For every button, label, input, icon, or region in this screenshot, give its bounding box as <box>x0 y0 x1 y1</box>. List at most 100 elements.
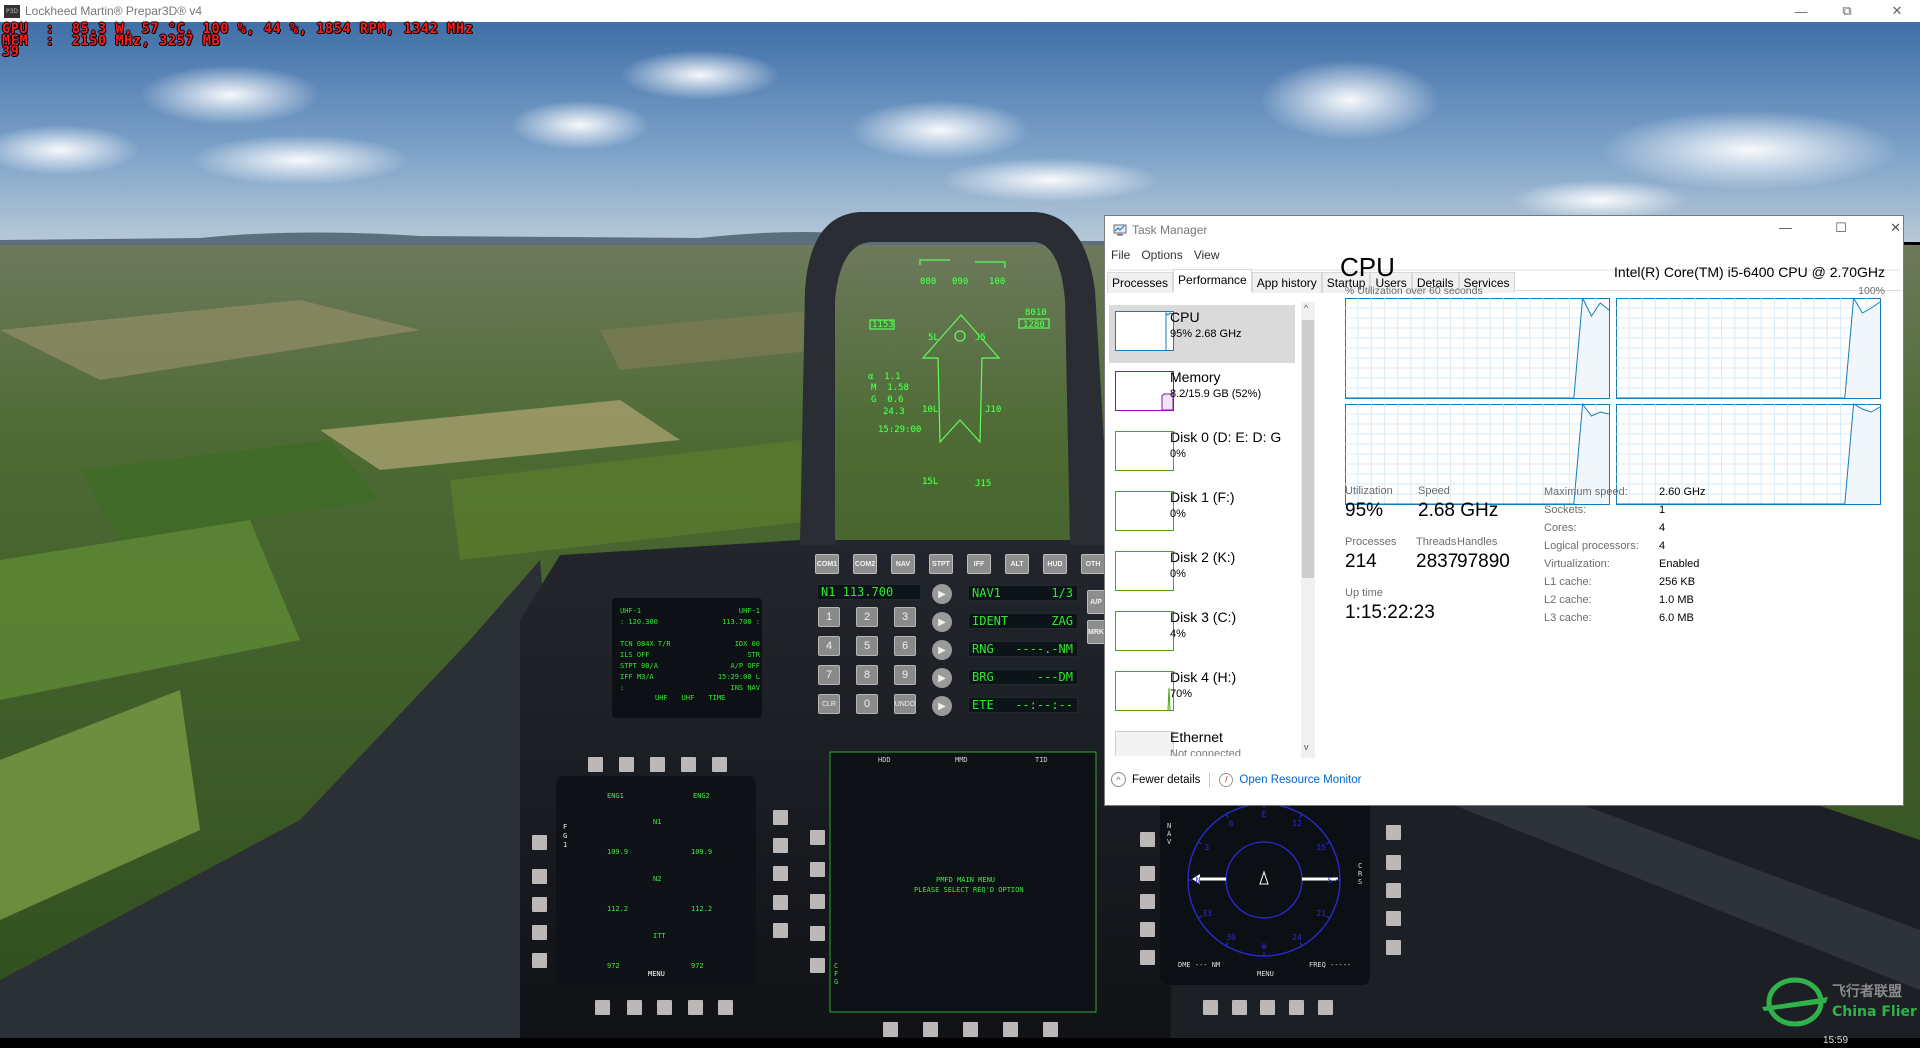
scrollbar-thumb[interactable] <box>1302 320 1314 578</box>
mfd-option-button[interactable] <box>810 926 825 941</box>
ufc-select-button[interactable]: ▶ <box>932 640 952 660</box>
resource-item-disk-3[interactable]: Disk 3 (C:) 4% <box>1109 605 1295 663</box>
ufc-key-2[interactable]: 2 <box>856 607 878 627</box>
mfd-option-button[interactable] <box>1386 855 1401 870</box>
ufc-select-button[interactable]: ▶ <box>932 668 952 688</box>
mfd-option-button[interactable] <box>1140 922 1155 937</box>
ufc-select-button[interactable]: ▶ <box>932 612 952 632</box>
mfd-option-button[interactable] <box>588 757 603 772</box>
mfd-option-button[interactable] <box>532 897 547 912</box>
mfd-option-button[interactable] <box>773 866 788 881</box>
fewer-details-button[interactable]: Fewer details <box>1132 774 1200 786</box>
tm-close-button[interactable]: ✕ <box>1890 220 1901 236</box>
mfd-option-button[interactable] <box>595 1000 610 1015</box>
ufc-button-oth[interactable]: OTH <box>1081 554 1105 574</box>
ufc-key-8[interactable]: 8 <box>856 665 878 685</box>
mfd-option-button[interactable] <box>773 923 788 938</box>
ufc-key-5[interactable]: 5 <box>856 636 878 656</box>
mfd-option-button[interactable] <box>1140 894 1155 909</box>
mfd-option-button[interactable] <box>773 810 788 825</box>
ufc-button-iff[interactable]: IFF <box>967 554 991 574</box>
ufc-key-4[interactable]: 4 <box>818 636 840 656</box>
mfd-option-button[interactable] <box>712 757 727 772</box>
main-mfd-top-mmd[interactable]: MMD <box>955 756 968 764</box>
tab-app-history[interactable]: App history <box>1251 272 1322 293</box>
ufc-key-7[interactable]: 7 <box>818 665 840 685</box>
mfd-option-button[interactable] <box>883 1022 898 1037</box>
mfd-option-button[interactable] <box>1386 883 1401 898</box>
mfd-option-button[interactable] <box>627 1000 642 1015</box>
chevron-up-icon[interactable]: ^ <box>1111 772 1126 787</box>
open-resource-monitor-link[interactable]: Open Resource Monitor <box>1239 774 1361 786</box>
ufc-button-hud[interactable]: HUD <box>1043 554 1067 574</box>
close-button[interactable]: ✕ <box>1874 0 1920 22</box>
resource-item-ethernet[interactable]: Ethernet Not connected <box>1109 725 1295 756</box>
ufc-key-clr[interactable]: CLR <box>818 694 840 714</box>
ufc-key-1[interactable]: 1 <box>818 607 840 627</box>
resource-item-disk-2[interactable]: Disk 2 (K:) 0% <box>1109 545 1295 603</box>
mfd-option-button[interactable] <box>718 1000 733 1015</box>
tab-performance[interactable]: Performance <box>1173 269 1252 292</box>
resource-item-disk-4[interactable]: Disk 4 (H:) 70% <box>1109 665 1295 723</box>
ded-softkey-time[interactable]: TIME <box>708 694 725 702</box>
mfd-option-button[interactable] <box>1232 1000 1247 1015</box>
engine-mfd-menu[interactable]: MENU <box>648 970 665 978</box>
minimize-button[interactable]: — <box>1778 0 1824 22</box>
mfd-option-button[interactable] <box>619 757 634 772</box>
mrk-button[interactable]: MRK <box>1087 620 1105 644</box>
mfd-option-button[interactable] <box>532 925 547 940</box>
menu-view[interactable]: View <box>1194 248 1220 262</box>
mfd-option-button[interactable] <box>657 1000 672 1015</box>
mfd-option-button[interactable] <box>532 953 547 968</box>
scroll-up-icon[interactable]: ^ <box>1304 303 1308 313</box>
mfd-option-button[interactable] <box>773 838 788 853</box>
ap-button[interactable]: A/P <box>1087 590 1105 614</box>
resource-item-disk-0[interactable]: Disk 0 (D: E: D: G 0% <box>1109 425 1295 483</box>
ufc-button-stpt[interactable]: STPT <box>929 554 953 574</box>
ufc-button-nav[interactable]: NAV <box>891 554 915 574</box>
mfd-option-button[interactable] <box>810 830 825 845</box>
resource-item-disk-1[interactable]: Disk 1 (F:) 0% <box>1109 485 1295 543</box>
ufc-select-button[interactable]: ▶ <box>932 696 952 716</box>
mfd-option-button[interactable] <box>688 1000 703 1015</box>
mfd-option-button[interactable] <box>1289 1000 1304 1015</box>
ufc-key-0[interactable]: 0 <box>856 694 878 714</box>
mfd-option-button[interactable] <box>1003 1022 1018 1037</box>
main-mfd-top-tid[interactable]: TID <box>1035 756 1048 764</box>
ded-softkey-uhf1[interactable]: UHF <box>655 694 668 702</box>
mfd-option-button[interactable] <box>650 757 665 772</box>
taskbar-clock[interactable]: 15:59 <box>1823 1035 1848 1046</box>
hsi-menu[interactable]: MENU <box>1257 970 1274 978</box>
ufc-select-button[interactable]: ▶ <box>932 584 952 604</box>
mfd-option-button[interactable] <box>810 894 825 909</box>
mfd-option-button[interactable] <box>1140 866 1155 881</box>
resource-item-cpu[interactable]: CPU 95% 2.68 GHz <box>1109 305 1295 363</box>
scroll-down-icon[interactable]: v <box>1304 742 1309 752</box>
tab-processes[interactable]: Processes <box>1107 272 1174 293</box>
ufc-key-undo[interactable]: UNDO <box>894 694 916 714</box>
ufc-button-com1[interactable]: COM1 <box>815 554 839 574</box>
mfd-option-button[interactable] <box>1203 1000 1218 1015</box>
mfd-option-button[interactable] <box>1318 1000 1333 1015</box>
ufc-button-com2[interactable]: COM2 <box>853 554 877 574</box>
ufc-key-3[interactable]: 3 <box>894 607 916 627</box>
mfd-option-button[interactable] <box>810 862 825 877</box>
mfd-option-button[interactable] <box>773 895 788 910</box>
mfd-option-button[interactable] <box>923 1022 938 1037</box>
ufc-button-alt[interactable]: ALT <box>1005 554 1029 574</box>
resource-item-memory[interactable]: Memory 8.2/15.9 GB (52%) <box>1109 365 1295 423</box>
resource-list-scrollbar[interactable]: ^ v <box>1301 302 1315 758</box>
restore-button[interactable]: ⧉ <box>1824 0 1870 22</box>
mfd-option-button[interactable] <box>1043 1022 1058 1037</box>
ded-softkey-uhf2[interactable]: UHF <box>682 694 695 702</box>
mfd-option-button[interactable] <box>681 757 696 772</box>
ufc-key-6[interactable]: 6 <box>894 636 916 656</box>
mfd-option-button[interactable] <box>963 1022 978 1037</box>
menu-options[interactable]: Options <box>1141 248 1182 262</box>
menu-file[interactable]: File <box>1111 248 1130 262</box>
mfd-option-button[interactable] <box>1260 1000 1275 1015</box>
ufc-key-9[interactable]: 9 <box>894 665 916 685</box>
tm-minimize-button[interactable]: — <box>1779 220 1792 236</box>
mfd-option-button[interactable] <box>1386 825 1401 840</box>
tm-maximize-button[interactable]: ☐ <box>1835 220 1847 236</box>
